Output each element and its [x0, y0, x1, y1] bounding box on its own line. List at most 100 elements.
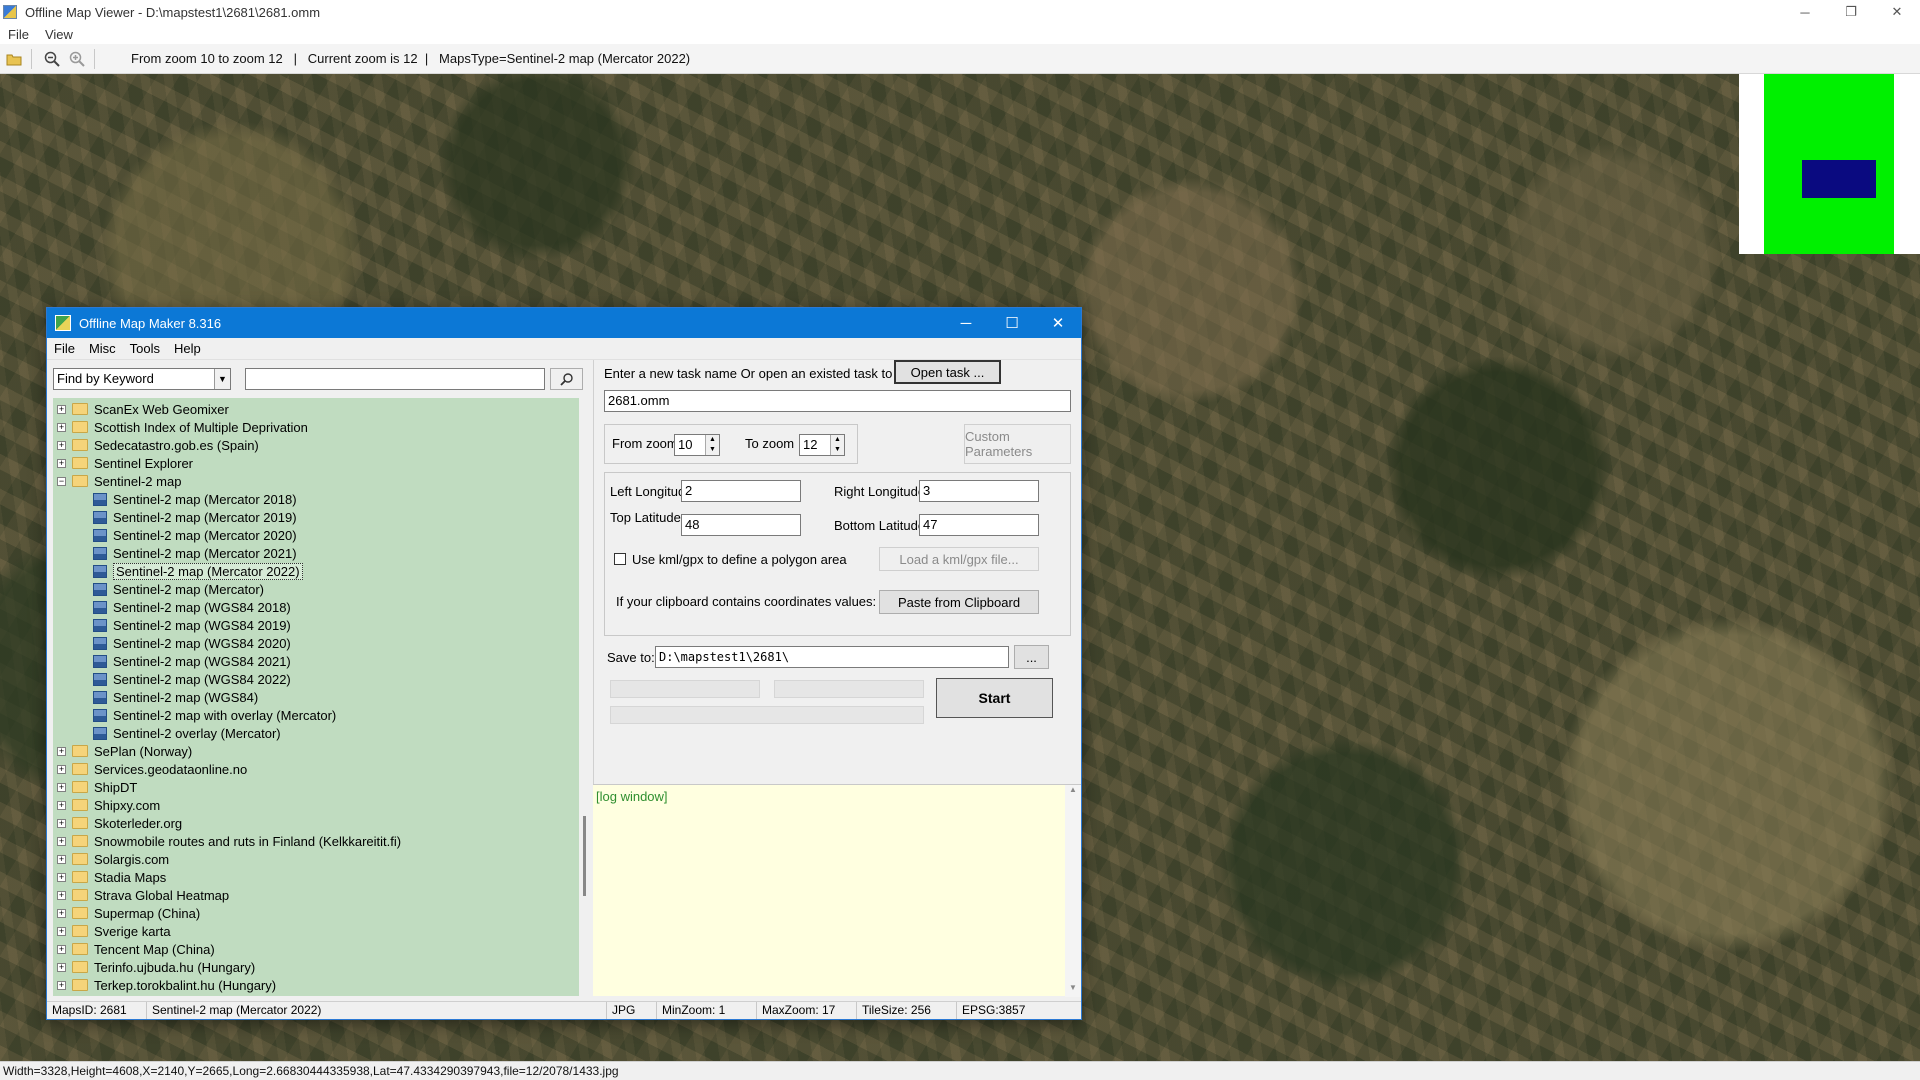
start-button[interactable]: Start	[936, 678, 1053, 718]
save-path-input[interactable]: D:\mapstest1\2681\	[655, 646, 1009, 668]
log-scrollbar[interactable]: ▲ ▼	[1065, 785, 1081, 997]
zoom-out-icon[interactable]	[41, 48, 63, 70]
dialog-title-bar[interactable]: Offline Map Maker 8.316 ─ ☐ ✕	[47, 308, 1081, 338]
expand-icon[interactable]: +	[57, 872, 66, 882]
expand-icon[interactable]: +	[57, 404, 66, 414]
expand-icon[interactable]: +	[57, 440, 66, 450]
search-button[interactable]	[550, 368, 583, 390]
tree-folder-item[interactable]: + Sedecatastro.gob.es (Spain)	[57, 436, 259, 454]
tree-folder-item[interactable]: + ScanEx Web Geomixer	[57, 400, 229, 418]
tree-map-item[interactable]: Sentinel-2 map (Mercator 2018)	[93, 490, 297, 508]
expand-icon[interactable]: +	[57, 836, 66, 846]
tree-map-item[interactable]: Sentinel-2 map (WGS84 2018)	[93, 598, 291, 616]
spinner-arrows-icon[interactable]: ▲ ▼	[830, 435, 844, 455]
dialog-menu-tools[interactable]: Tools	[123, 341, 167, 356]
collapse-icon[interactable]: −	[57, 476, 66, 486]
expand-icon[interactable]: +	[57, 458, 66, 468]
open-folder-icon[interactable]	[3, 48, 25, 70]
tree-map-item[interactable]: Sentinel-2 map (Mercator 2021)	[93, 544, 297, 562]
tree-folder-item[interactable]: + Stadia Maps	[57, 868, 166, 886]
tree-folder-item[interactable]: + Skoterleder.org	[57, 814, 182, 832]
map-source-tree[interactable]: + ScanEx Web Geomixer + Scottish Index of M…	[53, 398, 579, 996]
dialog-close-button[interactable]: ✕	[1035, 308, 1081, 338]
expand-icon[interactable]: +	[57, 980, 66, 990]
menu-file[interactable]: File	[0, 27, 37, 42]
tree-folder-item[interactable]: + ShipDT	[57, 778, 137, 796]
expand-icon[interactable]: +	[57, 962, 66, 972]
expand-icon[interactable]: +	[57, 854, 66, 864]
tree-folder-item[interactable]: + Sentinel Explorer	[57, 454, 193, 472]
to-zoom-spinner[interactable]: 12 ▲ ▼	[799, 434, 845, 456]
tree-item-label: Solargis.com	[94, 851, 170, 867]
tree-folder-item[interactable]: + Solargis.com	[57, 850, 169, 868]
expand-icon[interactable]: +	[57, 782, 66, 792]
minimize-button[interactable]: ─	[1782, 0, 1828, 24]
tree-map-item[interactable]: Sentinel-2 map (Mercator 2020)	[93, 526, 297, 544]
scroll-up-icon[interactable]: ▲	[1065, 785, 1081, 799]
dialog-menu-file[interactable]: File	[47, 341, 82, 356]
search-input[interactable]	[245, 368, 545, 390]
custom-parameters-button[interactable]: Custom Parameters	[964, 424, 1071, 464]
maximize-button[interactable]: ❐	[1828, 0, 1874, 24]
expand-icon[interactable]: +	[57, 908, 66, 918]
expand-icon[interactable]: +	[57, 764, 66, 774]
tree-folder-item[interactable]: − Sentinel-2 map	[57, 472, 181, 490]
map-icon	[93, 690, 107, 704]
dialog-maximize-button[interactable]: ☐	[989, 308, 1035, 338]
expand-icon[interactable]: +	[57, 944, 66, 954]
dialog-minimize-button[interactable]: ─	[943, 308, 989, 338]
expand-icon[interactable]: +	[57, 818, 66, 828]
right-longitude-input[interactable]: 3	[919, 480, 1039, 502]
tree-folder-item[interactable]: + Strava Global Heatmap	[57, 886, 229, 904]
close-button[interactable]: ✕	[1874, 0, 1920, 24]
tree-folder-item[interactable]: + Sverige karta	[57, 922, 171, 940]
tree-map-item[interactable]: Sentinel-2 map (Mercator)	[93, 580, 264, 598]
tree-folder-item[interactable]: + Shipxy.com	[57, 796, 160, 814]
tree-map-item[interactable]: Sentinel-2 map (WGS84 2020)	[93, 634, 291, 652]
chevron-down-icon[interactable]: ▼	[214, 369, 230, 389]
top-latitude-input[interactable]: 48	[681, 514, 801, 536]
task-name-input[interactable]: 2681.omm	[604, 390, 1071, 412]
from-zoom-spinner[interactable]: 10 ▲ ▼	[674, 434, 720, 456]
minimap-viewport[interactable]	[1802, 160, 1876, 198]
search-mode-select[interactable]: Find by Keyword ▼	[53, 368, 231, 390]
browse-button[interactable]: ...	[1014, 645, 1049, 669]
tree-scroll-thumb[interactable]	[583, 816, 586, 896]
dialog-menu-misc[interactable]: Misc	[82, 341, 123, 356]
expand-icon[interactable]: +	[57, 926, 66, 936]
tree-map-item[interactable]: Sentinel-2 map (WGS84 2019)	[93, 616, 291, 634]
paste-clipboard-button[interactable]: Paste from Clipboard	[879, 590, 1039, 614]
menu-view[interactable]: View	[37, 27, 81, 42]
tree-scrollbar[interactable]	[579, 398, 593, 996]
expand-icon[interactable]: +	[57, 890, 66, 900]
bottom-latitude-input[interactable]: 47	[919, 514, 1039, 536]
tree-folder-item[interactable]: + Terkep.torokbalint.hu (Hungary)	[57, 976, 276, 994]
tree-map-item[interactable]: Sentinel-2 overlay (Mercator)	[93, 724, 281, 742]
kml-checkbox[interactable]	[614, 553, 626, 565]
tree-folder-item[interactable]: + Snowmobile routes and ruts in Finland (…	[57, 832, 401, 850]
tree-folder-item[interactable]: + SePlan (Norway)	[57, 742, 192, 760]
tree-map-item[interactable]: Sentinel-2 map with overlay (Mercator)	[93, 706, 336, 724]
tree-folder-item[interactable]: + Tencent Map (China)	[57, 940, 215, 958]
open-task-button[interactable]: Open task ...	[894, 360, 1001, 384]
tree-map-item[interactable]: Sentinel-2 map (WGS84)	[93, 688, 258, 706]
expand-icon[interactable]: +	[57, 746, 66, 756]
scroll-down-icon[interactable]: ▼	[1065, 983, 1081, 997]
tree-map-item[interactable]: Sentinel-2 map (WGS84 2021)	[93, 652, 291, 670]
tree-folder-item[interactable]: + Scottish Index of Multiple Deprivation	[57, 418, 308, 436]
load-kml-button[interactable]: Load a kml/gpx file...	[879, 547, 1039, 571]
zoom-in-icon[interactable]	[66, 48, 88, 70]
expand-icon[interactable]: +	[57, 422, 66, 432]
overview-minimap[interactable]	[1739, 74, 1920, 254]
tree-folder-item[interactable]: + Supermap (China)	[57, 904, 200, 922]
spinner-arrows-icon[interactable]: ▲ ▼	[705, 435, 719, 455]
tree-map-item[interactable]: Sentinel-2 map (WGS84 2022)	[93, 670, 291, 688]
log-window[interactable]: [log window] ▲ ▼	[593, 784, 1081, 997]
expand-icon[interactable]: +	[57, 800, 66, 810]
left-longitude-input[interactable]: 2	[681, 480, 801, 502]
dialog-menu-help[interactable]: Help	[167, 341, 208, 356]
tree-map-item[interactable]: Sentinel-2 map (Mercator 2022)	[93, 562, 303, 580]
tree-map-item[interactable]: Sentinel-2 map (Mercator 2019)	[93, 508, 297, 526]
tree-folder-item[interactable]: + Services.geodataonline.no	[57, 760, 247, 778]
tree-folder-item[interactable]: + Terinfo.ujbuda.hu (Hungary)	[57, 958, 255, 976]
